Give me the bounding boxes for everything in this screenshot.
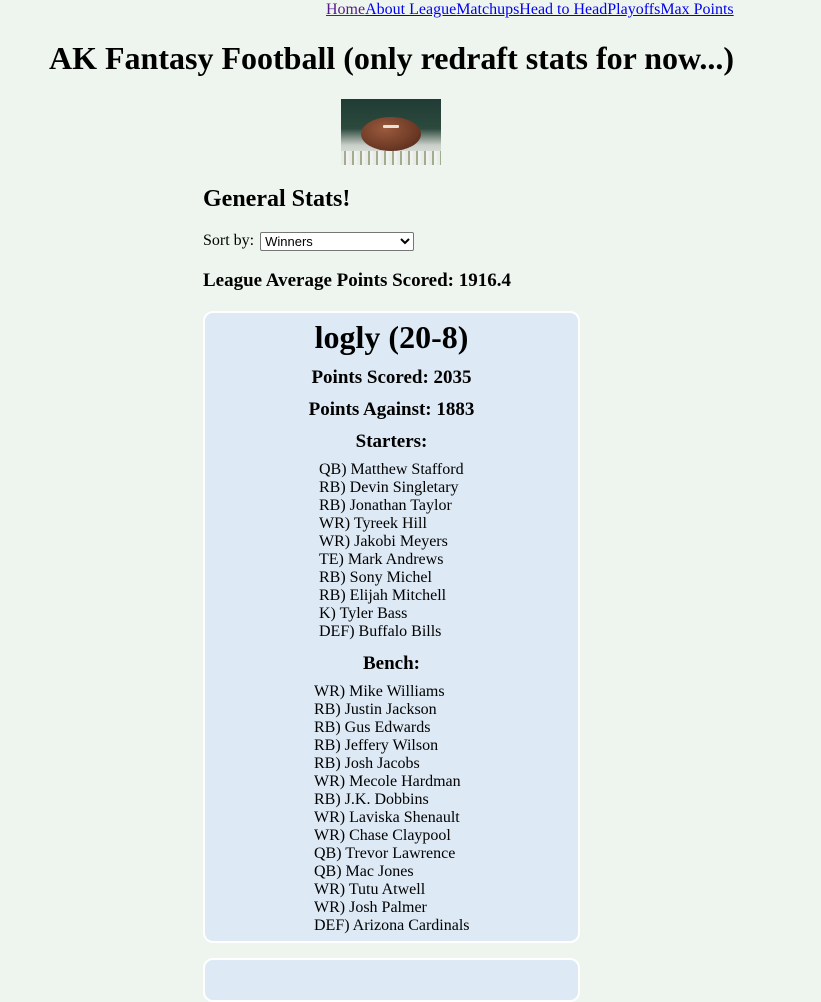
site-title: AK Fantasy Football (only redraft stats … [49,40,735,76]
bench-player: WR) Tutu Atwell [314,881,426,898]
nav-link-max-points[interactable]: Max Points [660,1,733,18]
bench-player: RB) Gus Edwards [314,719,431,736]
snowy-grass [341,151,441,165]
nav-link-playoffs[interactable]: Playoffs [607,1,660,18]
bench-player: WR) Chase Claypool [314,827,451,844]
points-scored: Points Scored: 2035 [311,367,472,388]
starter-player: RB) Sony Michel [319,569,432,586]
bench-player: RB) Josh Jacobs [314,755,420,772]
team-name-record: logly (20-8) [314,319,469,355]
bench-player: RB) J.K. Dobbins [314,791,429,808]
starter-player: WR) Jakobi Meyers [319,533,448,550]
nav-link-head-to-head[interactable]: Head to Head [519,1,607,18]
sort-label: Sort by: [203,232,255,249]
starter-player: RB) Jonathan Taylor [319,497,452,514]
starters-list: QB) Matthew Stafford RB) Devin Singletary… [319,461,464,641]
top-nav: HomeAbout LeagueMatchupsHead to HeadPlay… [326,0,734,20]
football-shape [361,117,421,151]
starters-heading: Starters: [355,431,428,452]
starter-player: QB) Matthew Stafford [319,461,464,478]
starter-player: WR) Tyreek Hill [319,515,427,532]
starter-player: RB) Elijah Mitchell [319,587,447,604]
sort-select[interactable]: Winners [260,231,415,251]
bench-player: WR) Laviska Shenault [314,809,460,826]
bench-list: WR) Mike Williams RB) Justin Jackson RB) G… [314,683,470,935]
starter-player: RB) Devin Singletary [319,479,459,496]
bench-player: RB) Jeffery Wilson [314,737,439,754]
starter-player: K) Tyler Bass [319,605,408,622]
bench-player: RB) Justin Jackson [314,701,437,718]
starter-player: TE) Mark Andrews [319,551,444,568]
points-against: Points Against: 1883 [308,399,475,420]
football-in-snow-image [341,99,441,165]
bench-player: WR) Mecole Hardman [314,773,461,790]
bench-player: QB) Mac Jones [314,863,414,880]
nav-link-matchups[interactable]: Matchups [456,1,519,18]
nav-link-home[interactable]: Home [326,1,365,18]
section-title: General Stats! [203,186,351,212]
bench-player: QB) Trevor Lawrence [314,845,456,862]
league-average-points: League Average Points Scored: 1916.4 [203,270,512,291]
football-laces [383,125,399,128]
starter-player: DEF) Buffalo Bills [319,623,442,640]
bench-heading: Bench: [363,653,420,674]
team-card-next [203,958,580,1002]
nav-link-about-league[interactable]: About League [365,1,456,18]
sort-control: Sort by: Winners [203,231,415,251]
bench-player: DEF) Arizona Cardinals [314,917,470,934]
team-card: logly (20-8) Points Scored: 2035 Points … [203,311,580,943]
bench-player: WR) Mike Williams [314,683,445,700]
bench-player: WR) Josh Palmer [314,899,427,916]
